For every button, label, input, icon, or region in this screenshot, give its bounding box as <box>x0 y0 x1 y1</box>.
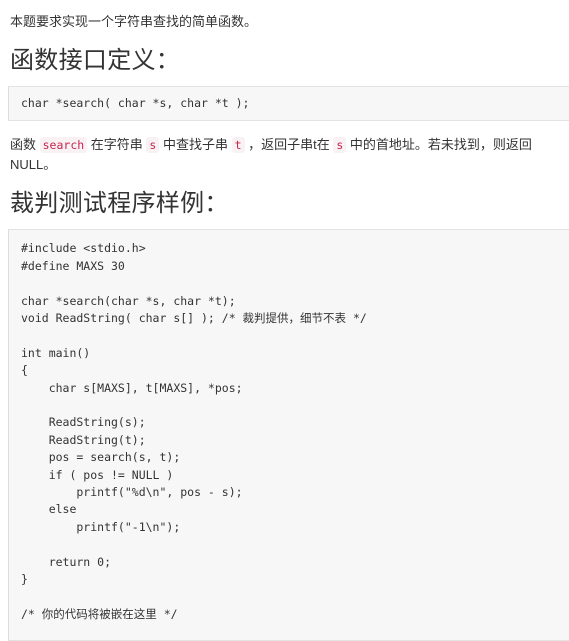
heading-judge-sample: 裁判测试程序样例： <box>10 190 229 218</box>
code-line: pos = search(s, t); <box>21 450 181 465</box>
code-line: printf("%d\n", pos - s); <box>21 485 243 500</box>
code-line: ReadString(t); <box>21 432 146 447</box>
code-line: int main() <box>21 345 91 360</box>
code-line: { <box>21 363 28 378</box>
function-description-paragraph: 函数 search 在字符串 s 中查找子串 t ，返回子串t在 s 中的首地址… <box>0 121 569 175</box>
judge-program-code-block: #include <stdio.h> #define MAXS 30 char *s… <box>8 229 569 641</box>
code-line: void ReadString( char s[] ); /* 裁判提供，细节不… <box>21 311 367 326</box>
function-signature-code-block: char *search( char *s, char *t ); <box>8 86 569 122</box>
code-line: return 0; <box>21 554 112 569</box>
code-line: #define MAXS 30 <box>21 258 125 273</box>
inline-code-s-2: s <box>333 137 347 154</box>
inline-code-t: t <box>231 137 245 154</box>
inline-code-s-1: s <box>146 137 160 154</box>
heading-function-interface: 函数接口定义： <box>10 47 181 74</box>
code-line: char s[MAXS], t[MAXS], *pos; <box>21 380 243 395</box>
problem-statement-page: 本题要求实现一个字符串查找的简单函数。 函数接口定义： char *search… <box>0 0 569 641</box>
code-line: char *search(char *s, char *t); <box>21 293 236 308</box>
desc-mid-2: 中查找子串 <box>159 137 232 153</box>
code-line: /* 你的代码将被嵌在这里 */ <box>21 606 178 621</box>
code-line: ReadString(s); <box>21 415 146 430</box>
code-line: } <box>21 572 28 587</box>
desc-mid-3: ，返回子串t在 <box>244 137 334 153</box>
desc-prefix: 函数 <box>10 137 40 153</box>
desc-mid-1: 在字符串 <box>87 137 147 153</box>
intro-paragraph: 本题要求实现一个字符串查找的简单函数。 <box>10 14 258 29</box>
code-line: #include <stdio.h> <box>21 241 146 256</box>
inline-code-search: search <box>39 137 88 154</box>
code-line: printf("-1\n"); <box>21 519 181 534</box>
code-line: else <box>21 502 77 517</box>
code-line: if ( pos != NULL ) <box>21 467 174 482</box>
